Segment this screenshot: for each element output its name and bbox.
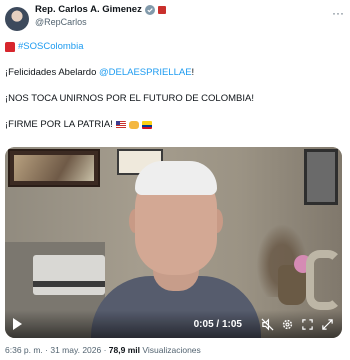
more-options-icon[interactable]: ··· (332, 6, 344, 20)
siren-icon (5, 42, 15, 52)
verified-badge-icon (144, 5, 155, 15)
tweet: Rep. Carlos A. Gimenez @RepCarlos ··· #S… (0, 0, 350, 360)
tweet-text: #SOSColombia ¡Felicidades Abelardo @DELA… (5, 40, 344, 132)
unite-line: ¡NOS TOCA UNIRNOS POR EL FUTURO DE COLOM… (5, 93, 254, 104)
firm-line: ¡FIRME POR LA PATRIA! (5, 118, 344, 132)
handle[interactable]: @RepCarlos (35, 16, 166, 28)
affiliation-badge-icon (157, 6, 166, 14)
settings-gear-icon[interactable] (280, 317, 294, 331)
wall-picture (8, 149, 100, 187)
video-time: 0:05 / 1:05 (193, 318, 242, 330)
tweet-header: Rep. Carlos A. Gimenez @RepCarlos ··· (5, 4, 344, 34)
views-label: Visualizaciones (139, 345, 201, 355)
speaker-hair (135, 161, 217, 195)
handshake-icon (128, 121, 139, 129)
display-name[interactable]: Rep. Carlos A. Gimenez (35, 4, 142, 16)
tweet-meta: 6:36 p. m. · 31 may. 2026 · 78,9 mil Vis… (5, 345, 201, 355)
firm-text: ¡FIRME POR LA PATRIA! (5, 119, 113, 130)
colombia-flag-icon (141, 121, 152, 129)
meta-separator: · (101, 345, 109, 355)
mute-icon[interactable] (260, 317, 274, 331)
wall-frame (304, 149, 338, 205)
fullscreen-icon[interactable] (300, 317, 314, 331)
mention-link[interactable]: @DELAESPRIELLAE (99, 67, 192, 78)
name-line: Rep. Carlos A. Gimenez (35, 4, 166, 16)
expand-icon[interactable] (320, 317, 334, 331)
author-names: Rep. Carlos A. Gimenez @RepCarlos (35, 4, 166, 28)
congrats-suffix: ! (191, 67, 195, 78)
us-flag-icon (115, 121, 126, 129)
decor-letter (306, 250, 342, 310)
video-player[interactable]: 0:05 / 1:05 (5, 147, 342, 338)
hashtag-link[interactable]: #SOSColombia (18, 40, 83, 54)
avatar[interactable] (5, 7, 29, 31)
play-icon[interactable] (13, 318, 22, 330)
congrats-text: ¡Felicidades Abelardo (5, 67, 99, 78)
views-count: 78,9 mil (108, 345, 140, 355)
congrats-line: ¡Felicidades Abelardo @DELAESPRIELLAE! (5, 66, 344, 80)
hashtag-line: #SOSColombia (5, 40, 344, 54)
timestamp[interactable]: 6:36 p. m. · 31 may. 2026 (5, 345, 101, 355)
video-controls: 0:05 / 1:05 (13, 317, 334, 331)
